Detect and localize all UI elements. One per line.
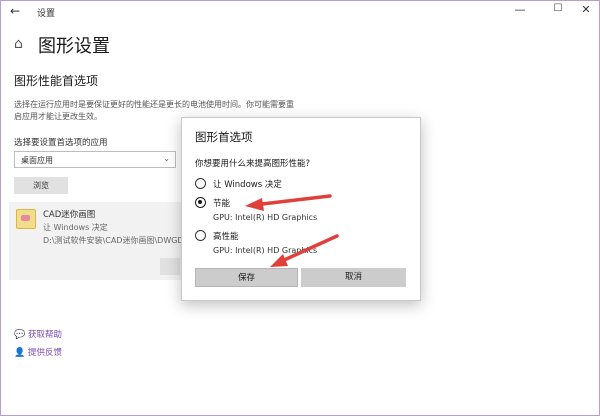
red-arrow-1 xyxy=(245,194,332,211)
red-arrow-2 xyxy=(270,234,339,267)
annotation-arrows xyxy=(245,194,339,267)
